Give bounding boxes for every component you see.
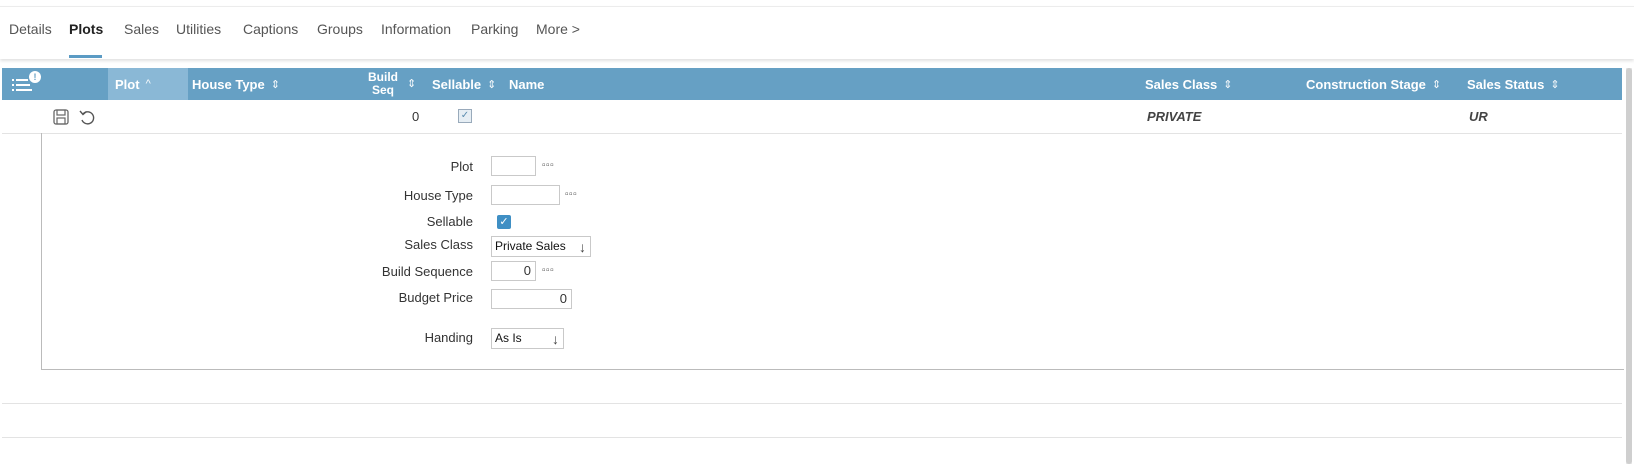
tab-groups[interactable]: Groups — [317, 21, 363, 37]
sort-icon: ⇕ — [1431, 78, 1442, 91]
column-header-construction-stage-label: Construction Stage — [1306, 76, 1426, 92]
column-header-plot[interactable]: Plot ^ — [108, 68, 188, 100]
save-icon[interactable] — [52, 108, 70, 126]
house-type-field-label: House Type — [403, 188, 473, 203]
column-header-plot-label: Plot — [115, 76, 140, 92]
sort-icon: ⇕ — [1550, 78, 1560, 91]
tab-details[interactable]: Details — [9, 21, 52, 37]
table-row-divider — [2, 437, 1622, 438]
grid-header: ! Plot ^ House Type ⇕ Build Seq ⇕ Sellab… — [2, 68, 1622, 100]
row-build-seq: 0 — [412, 109, 420, 124]
notification-badge: ! — [29, 71, 41, 83]
sales-class-field-label: Sales Class — [404, 237, 473, 252]
house-type-field[interactable] — [491, 185, 560, 205]
sellable-field-label: Sellable — [426, 214, 473, 229]
sort-icon: ⇕ — [1223, 78, 1233, 91]
column-header-sellable-label: Sellable — [432, 76, 482, 92]
vertical-scrollbar[interactable] — [1626, 68, 1632, 464]
sort-icon: ⇕ — [487, 78, 497, 91]
tab-information[interactable]: Information — [381, 21, 451, 37]
sales-class-select[interactable]: Private Sales ↓ — [491, 236, 591, 257]
detail-edit-panel — [41, 133, 1624, 370]
tab-utilities[interactable]: Utilities — [176, 21, 221, 37]
tab-captions[interactable]: Captions — [243, 21, 298, 37]
sort-icon: ⇕ — [270, 78, 280, 91]
column-header-sales-status-label: Sales Status — [1467, 76, 1545, 92]
row-sellable-checkbox[interactable]: ✓ — [458, 109, 472, 123]
scrollbar-thumb[interactable] — [1626, 68, 1632, 464]
chevron-down-icon: ↓ — [579, 239, 586, 255]
row-sales-status: UR — [1469, 109, 1488, 124]
budget-price-field-label: Budget Price — [398, 290, 473, 305]
handing-selected: As Is — [495, 331, 522, 345]
plot-lookup-icon[interactable]: ▫▫▫ — [542, 160, 554, 171]
column-header-house-type[interactable]: House Type ⇕ — [192, 68, 280, 100]
tab-sales[interactable]: Sales — [124, 21, 159, 37]
sales-class-selected: Private Sales — [495, 239, 566, 253]
column-header-construction-stage[interactable]: Construction Stage ⇕ — [1306, 68, 1441, 100]
column-header-name-label: Name — [509, 76, 545, 92]
row-sales-class: PRIVATE — [1147, 109, 1202, 124]
column-header-build-seq-line2: Seq — [371, 83, 394, 97]
plot-field-label: Plot — [450, 159, 473, 174]
column-header-sales-class[interactable]: Sales Class ⇕ — [1145, 68, 1233, 100]
column-header-build-seq[interactable]: Build Seq — [368, 68, 398, 100]
active-tab-indicator — [69, 55, 102, 58]
build-sequence-field[interactable]: 0 — [491, 261, 536, 281]
tab-more[interactable]: More > — [536, 21, 580, 37]
column-header-sales-status[interactable]: Sales Status ⇕ — [1467, 68, 1560, 100]
handing-field-label: Handing — [424, 330, 473, 345]
undo-icon[interactable] — [78, 108, 96, 126]
column-header-sales-class-label: Sales Class — [1145, 76, 1218, 92]
tab-parking[interactable]: Parking — [471, 21, 518, 37]
tab-plots[interactable]: Plots — [69, 21, 103, 37]
budget-price-field[interactable]: 0 — [491, 289, 572, 309]
build-sequence-lookup-icon[interactable]: ▫▫▫ — [542, 265, 554, 276]
column-header-name[interactable]: Name — [509, 68, 544, 100]
column-header-house-type-label: House Type — [192, 76, 265, 92]
sort-icon: ⇕ — [407, 78, 417, 90]
build-sequence-field-label: Build Sequence — [381, 264, 473, 279]
chevron-down-icon: ↓ — [552, 331, 559, 347]
plot-field[interactable] — [491, 156, 536, 176]
tab-bar: Details Plots Sales Utilities Captions G… — [0, 6, 1634, 59]
table-row[interactable]: 0 PRIVATE UR — [2, 100, 1622, 134]
column-header-sellable[interactable]: Sellable ⇕ — [432, 68, 496, 100]
sort-ascending-icon: ^ — [145, 78, 151, 90]
house-type-lookup-icon[interactable]: ▫▫▫ — [565, 189, 577, 200]
sellable-checkbox[interactable]: ✓ — [497, 215, 511, 229]
handing-select[interactable]: As Is ↓ — [491, 328, 564, 349]
table-row-divider — [2, 403, 1622, 404]
